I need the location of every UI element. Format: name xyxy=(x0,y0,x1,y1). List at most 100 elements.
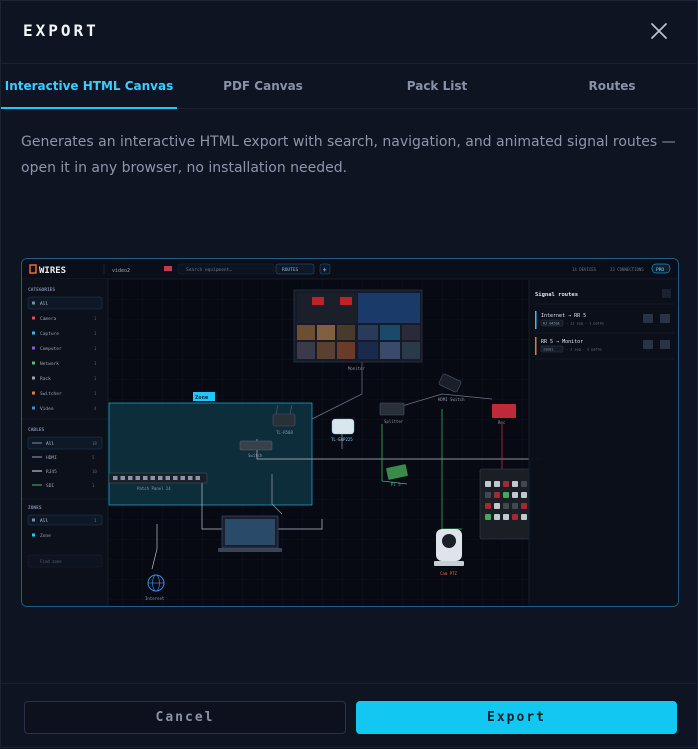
console-key xyxy=(503,514,509,520)
category-swatch xyxy=(32,316,35,320)
console-key xyxy=(485,503,491,509)
tab-pdf-canvas[interactable]: PDF Canvas xyxy=(177,64,349,109)
console-key xyxy=(503,503,509,509)
console-key xyxy=(503,492,509,498)
preview-project: video2 xyxy=(112,268,130,274)
route-edit-button[interactable] xyxy=(643,340,653,349)
cable-count: 10 xyxy=(92,469,97,474)
tab-interactive-html-canvas[interactable]: Interactive HTML Canvas xyxy=(1,64,177,109)
route-title[interactable]: RR 5 → Monitor xyxy=(541,339,583,345)
console-key xyxy=(512,481,518,487)
category-swatch xyxy=(32,346,35,350)
export-preview: WIRES video2 Search equipment… ROUTES + … xyxy=(21,258,679,607)
device-patch-label: Patch Panel 24 xyxy=(137,486,171,491)
console-key xyxy=(512,492,518,498)
preview-zone-label: Zone xyxy=(195,395,209,401)
preview-find-zone[interactable]: Find zone xyxy=(40,559,62,564)
preview-zones-title: ZONES xyxy=(28,505,42,511)
patch-port xyxy=(158,476,163,480)
route-title[interactable]: Internet → RR 5 xyxy=(541,313,586,319)
device-monitor-label: Monitor xyxy=(348,366,365,371)
device-recorder-label: Rec xyxy=(498,420,506,425)
device-pi-label: Pi 5 xyxy=(391,482,401,487)
category-swatch xyxy=(32,406,35,410)
category-swatch xyxy=(32,301,35,305)
device-internet-label: Internet xyxy=(145,596,165,601)
preview-categories-title: CATEGORIES xyxy=(28,287,55,293)
preview-connection-count: 23 CONNECTIONS xyxy=(610,267,644,272)
patch-port xyxy=(143,476,148,480)
dialog-footer: Cancel Export xyxy=(1,683,698,749)
console-key xyxy=(494,503,500,509)
category-item[interactable]: Video xyxy=(40,406,54,412)
console-key xyxy=(512,514,518,520)
category-item[interactable]: Network xyxy=(40,361,59,367)
cable-item[interactable]: SDI xyxy=(46,483,54,489)
cancel-button[interactable]: Cancel xyxy=(24,701,346,734)
dialog-title: EXPORT xyxy=(23,21,99,40)
device-switch-label: Switch xyxy=(248,453,263,458)
category-item[interactable]: Camera xyxy=(40,316,57,322)
patch-port xyxy=(180,476,185,480)
device-hdmi-switch-label: HDMI Switch xyxy=(438,397,465,402)
category-item[interactable]: All xyxy=(40,301,48,307)
device-splitter-label: Splitter xyxy=(384,419,404,424)
close-icon[interactable] xyxy=(647,19,671,43)
route-color-bar xyxy=(535,337,537,355)
export-tabs: Interactive HTML Canvas PDF Canvas Pack … xyxy=(1,63,698,109)
route-delete-button[interactable] xyxy=(660,340,670,349)
patch-port xyxy=(195,476,200,480)
route-edit-button[interactable] xyxy=(643,314,653,323)
device-ptz-label: Cam PTZ xyxy=(440,571,457,576)
category-item[interactable]: Rack xyxy=(40,376,51,382)
preview-canvas: WIRES video2 Search equipment… ROUTES + … xyxy=(22,259,678,606)
patch-port xyxy=(150,476,155,480)
console-key xyxy=(512,503,518,509)
route-meta: · 11 seg · 1 paths xyxy=(566,322,604,326)
dialog-header: EXPORT xyxy=(1,1,698,63)
route-delete-button[interactable] xyxy=(660,314,670,323)
category-swatch xyxy=(32,391,35,395)
patch-port xyxy=(128,476,133,480)
export-description: Generates an interactive HTML export wit… xyxy=(21,134,676,176)
cable-item[interactable]: RJ45 xyxy=(46,469,57,475)
cable-item[interactable]: HDMI xyxy=(46,455,57,461)
preview-add-button[interactable]: + xyxy=(323,266,327,274)
patch-port xyxy=(113,476,118,480)
preview-zone-all[interactable]: All xyxy=(40,518,48,524)
patch-port xyxy=(120,476,125,480)
preview-zone-item[interactable]: Zone xyxy=(40,533,51,539)
category-item[interactable]: Switcher xyxy=(40,391,62,397)
device-ap-label: TL-EAP225 xyxy=(331,437,353,442)
patch-port xyxy=(165,476,170,480)
preview-pro-badge: PRO xyxy=(656,267,664,273)
cable-count: 18 xyxy=(92,441,97,446)
export-dialog: EXPORT Interactive HTML Canvas PDF Canva… xyxy=(0,0,698,748)
console-key xyxy=(503,481,509,487)
route-tag: RJ 0450E xyxy=(543,322,560,326)
preview-cables-title: CABLES xyxy=(28,427,45,433)
console-key xyxy=(521,492,527,498)
console-key xyxy=(494,481,500,487)
category-item[interactable]: Computer xyxy=(40,346,62,352)
route-color-bar xyxy=(535,311,537,329)
category-swatch xyxy=(32,361,35,365)
tab-pack-list[interactable]: Pack List xyxy=(349,64,525,109)
console-key xyxy=(485,481,491,487)
console-key xyxy=(494,492,500,498)
signal-routes-title: Signal routes xyxy=(535,292,578,298)
console-key xyxy=(521,503,527,509)
category-swatch xyxy=(32,331,35,335)
console-key xyxy=(521,514,527,520)
category-item[interactable]: Capture xyxy=(40,331,59,337)
patch-port xyxy=(135,476,140,480)
export-button[interactable]: Export xyxy=(356,701,677,734)
preview-search[interactable]: Search equipment… xyxy=(186,267,232,273)
category-swatch xyxy=(32,376,35,380)
console-key xyxy=(494,514,500,520)
preview-routes-button[interactable]: ROUTES xyxy=(282,267,299,273)
tab-routes[interactable]: Routes xyxy=(525,64,698,109)
cable-item[interactable]: All xyxy=(46,441,54,447)
console-key xyxy=(521,481,527,487)
device-router-label: TL-R500 xyxy=(276,430,293,435)
